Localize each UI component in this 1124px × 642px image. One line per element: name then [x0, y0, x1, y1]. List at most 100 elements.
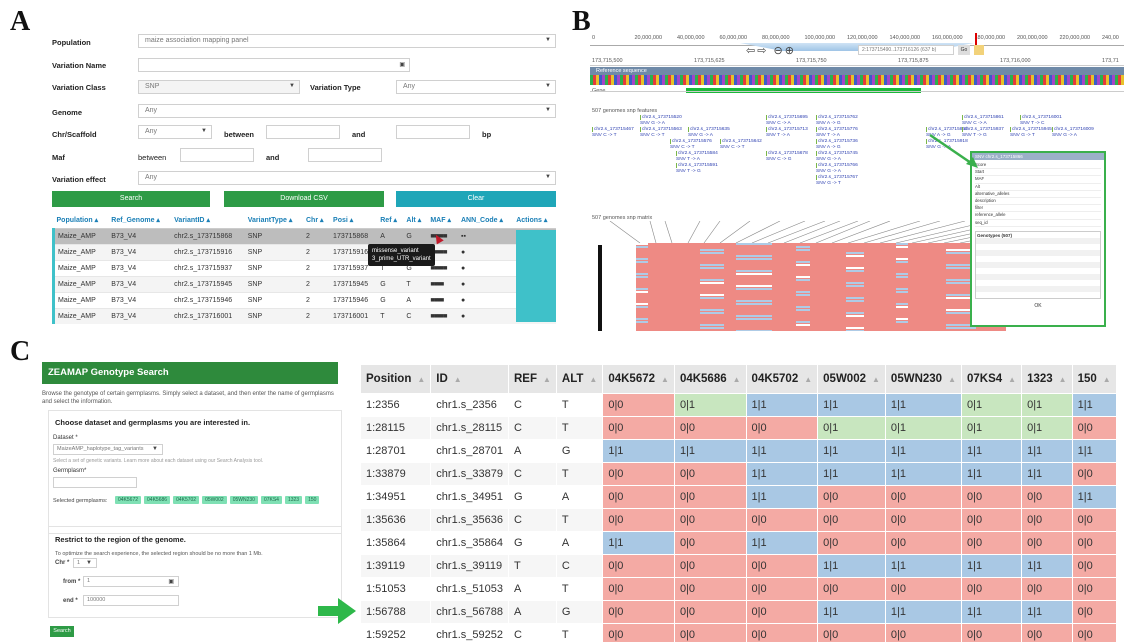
- snp-feature[interactable]: chr2.s_173716001 SNV T -> C: [1020, 115, 1062, 126]
- snp-feature[interactable]: chr2.s_173715776 SNV T -> A: [816, 127, 858, 138]
- snp-feature[interactable]: chr2.s_173715563 SNV C -> T: [640, 127, 682, 138]
- column-header[interactable]: Ref_Genome ▴: [108, 212, 172, 229]
- genotype-row[interactable]: 1:51053 chr1.s_51053 A T 0|0 0|0 0|0 0|0 0|0 0|0 0…: [360, 577, 1117, 601]
- sort-icon[interactable]: ▴: [542, 217, 548, 224]
- column-header[interactable]: VariantType ▴: [244, 212, 303, 229]
- column-header[interactable]: Alt ▴: [403, 212, 428, 229]
- end-input[interactable]: 100000: [83, 595, 179, 606]
- snp-feature[interactable]: chr2.s_173715736 SNV A -> G: [816, 139, 858, 150]
- sort-icon[interactable]: ▴: [318, 217, 324, 224]
- zoom-in-icon[interactable]: ⊕: [785, 45, 796, 57]
- genotype-column-header[interactable]: 1323 ▲: [1021, 364, 1073, 394]
- genotype-search-button[interactable]: Search: [50, 626, 74, 637]
- search-button[interactable]: Search: [52, 191, 210, 207]
- genotype-column-header[interactable]: Position ▲: [360, 364, 432, 394]
- genotype-column-header[interactable]: 04K5686 ▲: [673, 364, 747, 394]
- genotype-row[interactable]: 1:56788 chr1.s_56788 A G 0|0 0|0 0|0 1|1 1|1 1|1 1…: [360, 600, 1117, 624]
- table-row[interactable]: Maize_AMP B73_V4 chr2.s_173715945 SNP 2 17371…: [52, 276, 556, 293]
- genotype-row[interactable]: 1:39119 chr1.s_39119 T C 0|0 0|0 0|0 1|1 1|1 1|1 1…: [360, 554, 1117, 578]
- genotype-column-header[interactable]: 05W002 ▲: [817, 364, 886, 394]
- snp-feature[interactable]: chr2.s_173715467 SNV C -> T: [592, 127, 634, 138]
- genotype-column-header[interactable]: ALT ▲: [555, 364, 604, 394]
- sort-icon[interactable]: ▲: [1008, 375, 1016, 384]
- variation-class-select[interactable]: SNP ▼: [138, 80, 300, 94]
- snp-feature[interactable]: chr2.s_173715861 SNV C -> A: [962, 115, 1004, 126]
- snp-feature[interactable]: chr2.s_173716009 SNV G -> A: [1052, 127, 1094, 138]
- maf-max-input[interactable]: [308, 148, 382, 162]
- sort-icon[interactable]: ▲: [1059, 375, 1067, 384]
- genotype-column-header[interactable]: ID ▲: [430, 364, 509, 394]
- popup-ok-button[interactable]: OK: [972, 303, 1104, 309]
- column-header[interactable]: Population ▴: [53, 212, 109, 229]
- position-start-input[interactable]: [266, 125, 340, 139]
- sort-icon[interactable]: ▴: [348, 217, 354, 224]
- genotype-column-header[interactable]: 05WN230 ▲: [884, 364, 962, 394]
- clear-button[interactable]: Clear: [396, 191, 556, 207]
- sort-icon[interactable]: ▴: [154, 217, 160, 224]
- pan-right-icon[interactable]: ⇨: [757, 45, 768, 57]
- genotype-column-header[interactable]: REF ▲: [507, 364, 557, 394]
- table-row[interactable]: Maize_AMP B73_V4 chr2.s_173716001 SNP 2 17371…: [52, 308, 556, 324]
- genotype-column-header[interactable]: 150 ▲: [1071, 364, 1117, 394]
- population-select[interactable]: maize association mapping panel ▼: [138, 34, 556, 48]
- snp-feature[interactable]: chr2.s_173715678 SNV C -> G: [766, 151, 808, 162]
- sort-icon[interactable]: ▴: [93, 217, 99, 224]
- snp-feature[interactable]: chr2.s_173715642 SNV C -> T: [720, 139, 762, 150]
- nav-controls[interactable]: ⇦⇨ ⊖⊕: [746, 44, 796, 57]
- sort-icon[interactable]: ▲: [948, 375, 956, 384]
- sort-icon[interactable]: ▴: [392, 217, 397, 224]
- sort-icon[interactable]: ▴: [416, 217, 422, 224]
- download-csv-button[interactable]: Download CSV: [224, 191, 384, 207]
- sort-icon[interactable]: ▲: [872, 375, 880, 384]
- pan-left-icon[interactable]: ⇦: [746, 45, 757, 57]
- germplasm-chip[interactable]: 04K5702: [173, 496, 200, 504]
- chr-scaffold-select[interactable]: Any ▼: [138, 125, 212, 139]
- variation-name-input[interactable]: ▣: [138, 58, 410, 72]
- table-row[interactable]: Maize_AMP B73_V4 chr2.s_173715946 SNP 2 17371…: [52, 292, 556, 309]
- maf-min-input[interactable]: [180, 148, 254, 162]
- feature-detail-popup[interactable]: SNV chr2.s_173715866 Score Start MAF Alt alt…: [970, 151, 1106, 327]
- genotype-column-header[interactable]: 07KS4 ▲: [960, 364, 1023, 394]
- germplasm-chip[interactable]: 07KS4: [260, 496, 282, 504]
- column-header[interactable]: MAF ▴: [427, 212, 458, 229]
- germplasm-chip[interactable]: 150: [305, 496, 320, 504]
- genotype-row[interactable]: 1:2356 chr1.s_2356 C T 0|0 0|1 1|1 1|1 1|1 0|1 0|1…: [360, 393, 1117, 417]
- sort-icon[interactable]: ▲: [1103, 375, 1111, 384]
- snp-feature[interactable]: chr2.s_173715576 SNV C -> T: [670, 139, 712, 150]
- variation-effect-select[interactable]: Any ▼: [138, 171, 556, 185]
- sort-icon[interactable]: ▲: [804, 375, 812, 384]
- from-input[interactable]: 1 ▣: [83, 576, 179, 587]
- column-header[interactable]: VariantID ▴: [171, 212, 245, 229]
- snp-feature[interactable]: chr2.s_173715762 SNV A -> G: [816, 115, 858, 126]
- sort-icon[interactable]: ▲: [543, 375, 551, 384]
- location-input[interactable]: 2:173715490..173716126 (637 b): [858, 45, 954, 55]
- germplasm-chip[interactable]: 04K5672: [115, 496, 142, 504]
- sort-icon[interactable]: ▴: [498, 217, 503, 224]
- column-header[interactable]: ANN_Code ▴: [457, 212, 514, 229]
- highlight-icon[interactable]: [974, 45, 984, 55]
- zoom-out-icon[interactable]: ⊖: [774, 45, 785, 57]
- snp-feature[interactable]: chr2.s_173715584 SNV T -> A: [676, 151, 718, 162]
- snp-feature[interactable]: chr2.s_173715766 SNV G -> A: [816, 163, 858, 174]
- sort-icon[interactable]: ▴: [446, 217, 451, 224]
- germplasm-input[interactable]: [53, 477, 137, 488]
- snp-feature[interactable]: chr2.s_173715635 SNV G -> A: [688, 127, 730, 138]
- position-end-input[interactable]: [396, 125, 470, 139]
- germplasm-chip[interactable]: 04K5686: [144, 496, 171, 504]
- column-header[interactable]: Actions ▴: [513, 212, 556, 229]
- variation-type-select[interactable]: Any ▼: [396, 80, 556, 94]
- sort-icon[interactable]: ▴: [287, 217, 293, 224]
- column-header[interactable]: Posi ▴: [330, 212, 378, 229]
- genotype-column-header[interactable]: 04K5702 ▲: [745, 364, 819, 394]
- matrix-scrollbar[interactable]: [598, 245, 602, 331]
- table-row[interactable]: Maize_AMP B73_V4 chr2.s_173715916 SNP 2 17371…: [52, 244, 556, 261]
- column-header[interactable]: Chr ▴: [302, 212, 331, 229]
- snp-feature[interactable]: chr2.s_173715745 SNV G -> A: [816, 151, 858, 162]
- sort-icon[interactable]: ▲: [661, 375, 669, 384]
- sort-icon[interactable]: ▴: [205, 217, 210, 224]
- sort-icon[interactable]: ▲: [417, 375, 425, 384]
- snp-feature[interactable]: chr2.s_173715520 SNV G -> A: [640, 115, 682, 126]
- genotype-row[interactable]: 1:28701 chr1.s_28701 A G 1|1 1|1 1|1 1|1 1|1 1|1 1…: [360, 439, 1117, 463]
- snp-feature[interactable]: chr2.s_173715767 SNV G -> T: [816, 175, 858, 186]
- genome-select[interactable]: Any ▼: [138, 104, 556, 118]
